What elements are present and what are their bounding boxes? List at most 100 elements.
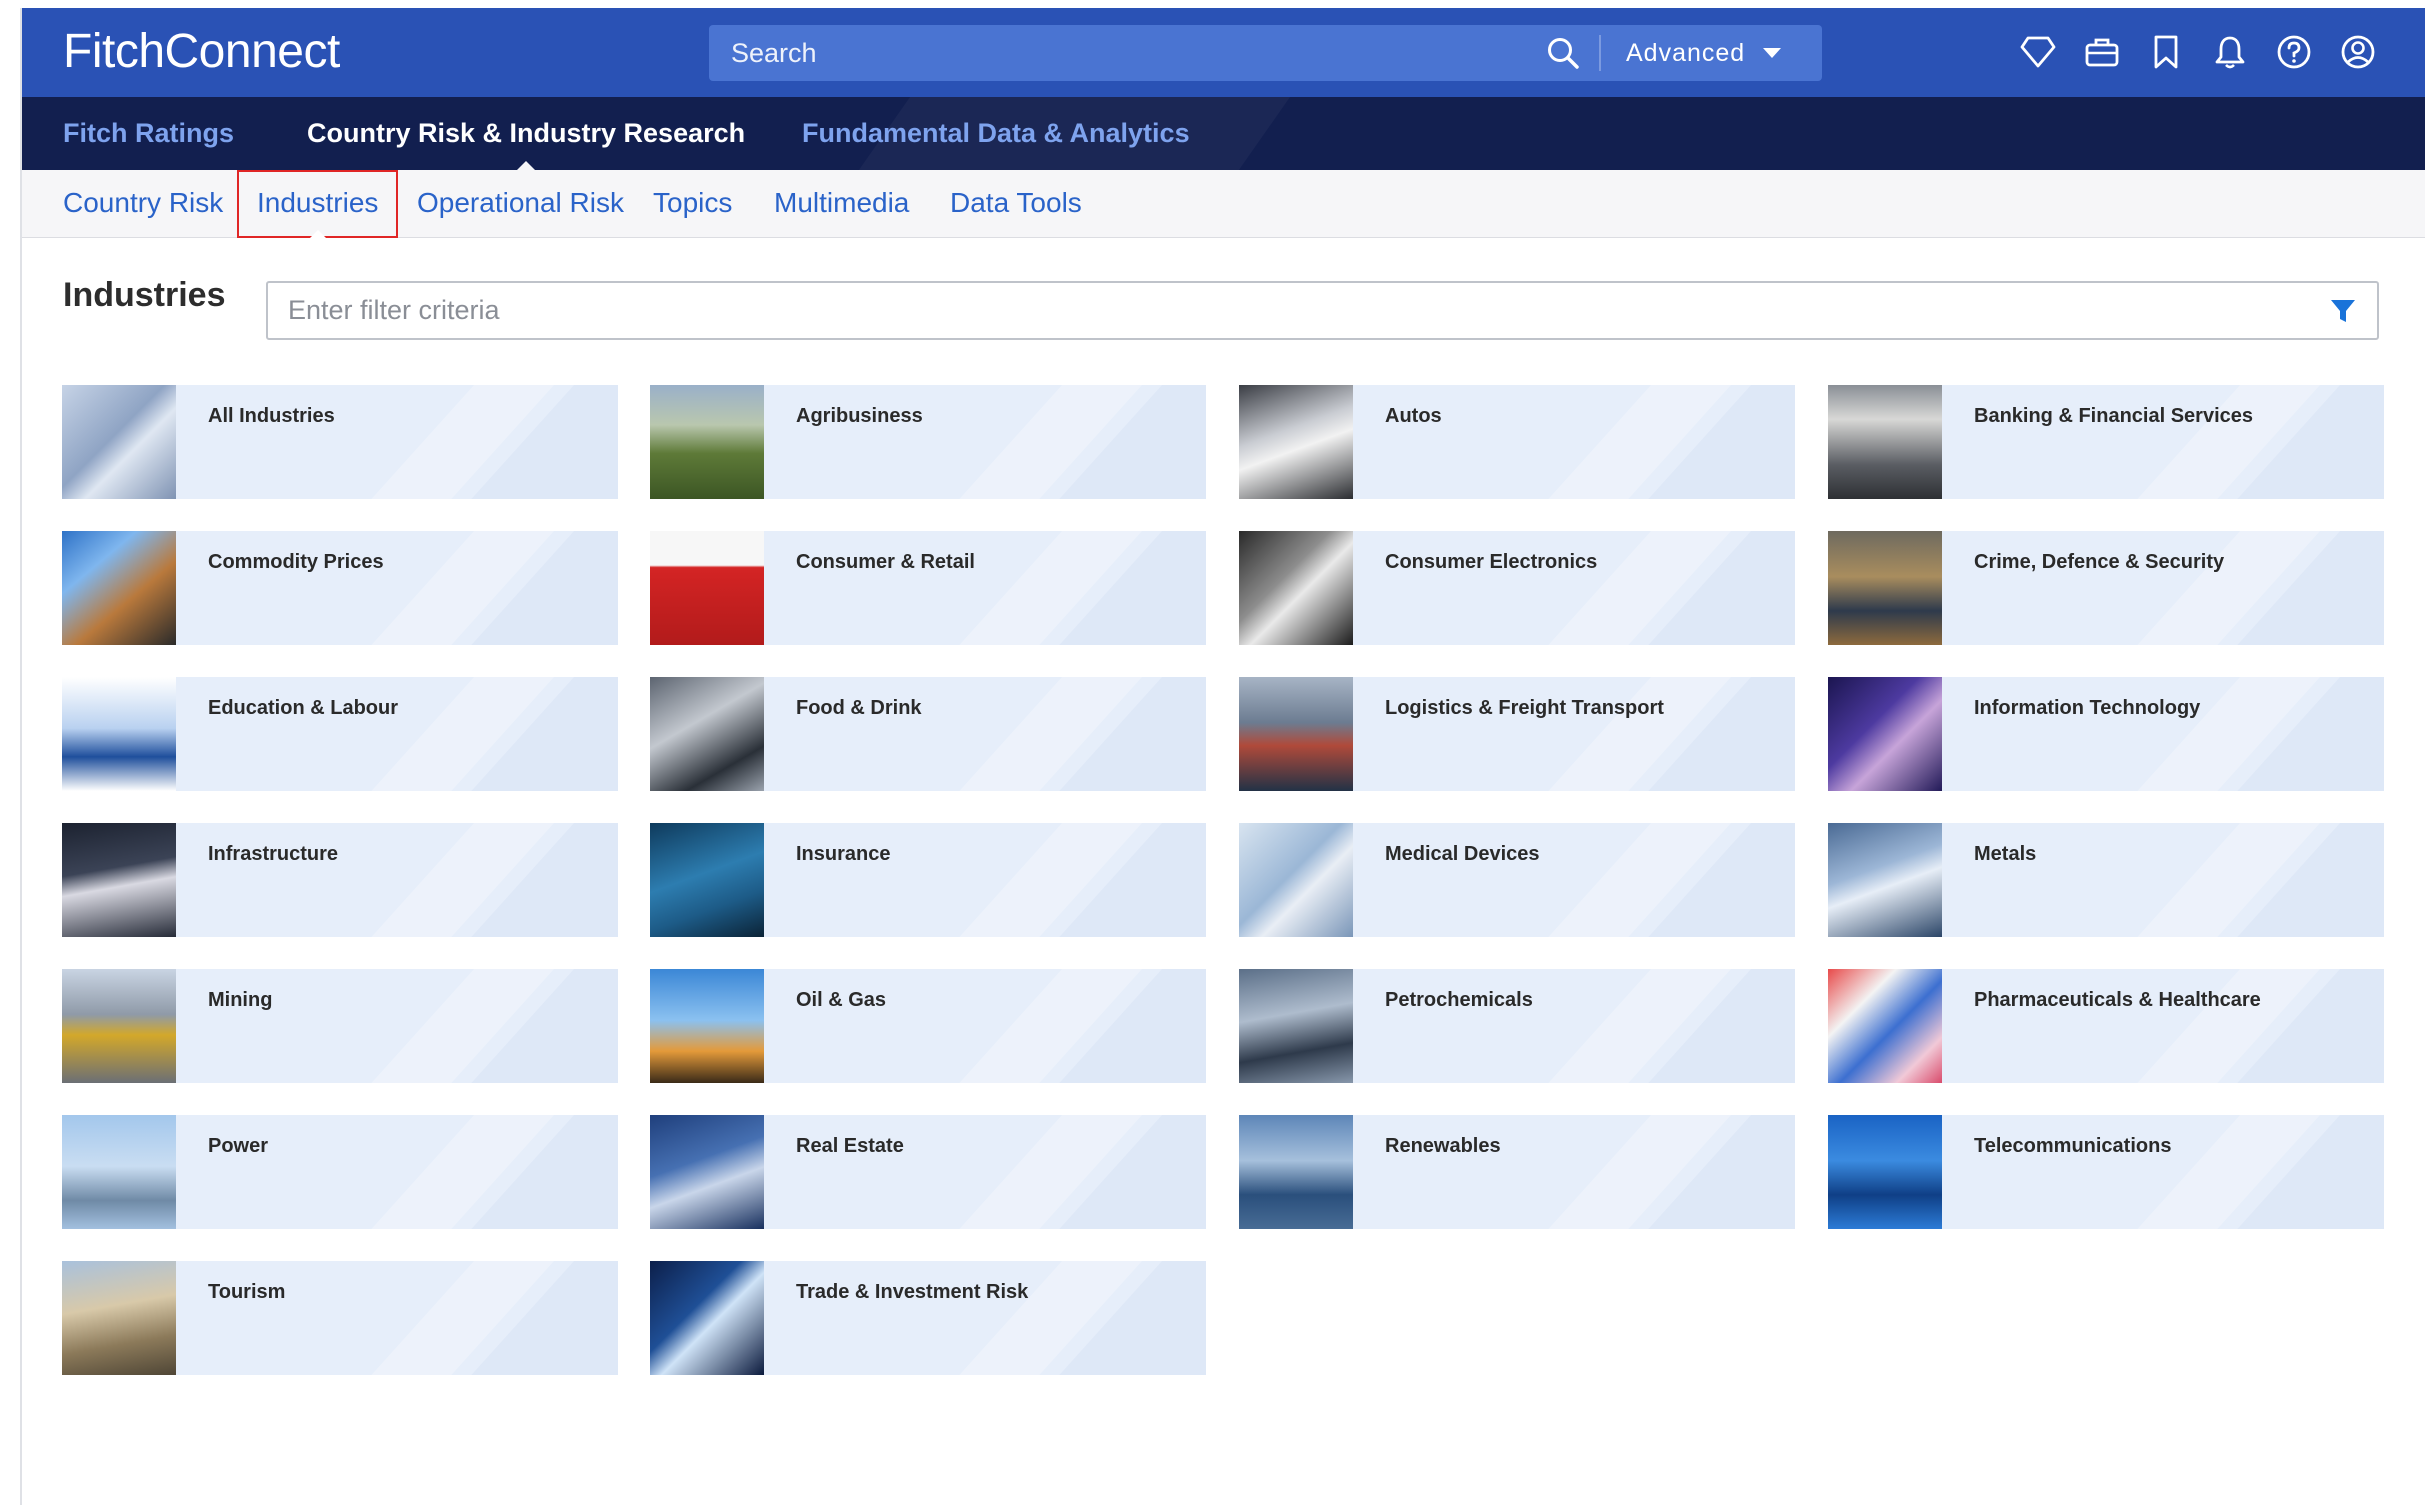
active-tab-indicator [517,161,536,170]
industry-tile-food-and-drink[interactable]: Food & Drink [650,677,1206,791]
industry-thumbnail [1828,531,1942,645]
fitchconnect-logo[interactable]: FitchConnect [63,22,340,82]
industry-tile-label: Information Technology [1974,697,2201,719]
subtab-data-tools[interactable]: Data Tools [950,170,1082,238]
industry-thumbnail [1828,677,1942,791]
tab-label: Country Risk & Industry Research [307,118,746,148]
industry-tile-trade-and-investment-risk[interactable]: Trade & Investment Risk [650,1261,1206,1375]
industry-tile-crime-defence-and-security[interactable]: Crime, Defence & Security [1828,531,2384,645]
filter-input[interactable] [268,283,2308,338]
industry-tile-infrastructure[interactable]: Infrastructure [62,823,618,937]
filter-box [266,281,2379,340]
industry-thumbnail [62,823,176,937]
industry-tile-label: Power [208,1135,269,1157]
subtab-country-risk[interactable]: Country Risk [63,170,223,238]
industry-tile-label: Metals [1974,843,2037,865]
tab-fitch-ratings[interactable]: Fitch Ratings [63,97,234,170]
industry-tile-label: Medical Devices [1385,843,1540,865]
industry-tile-pharmaceuticals-and-healthcare[interactable]: Pharmaceuticals & Healthcare [1828,969,2384,1083]
industry-tile-agribusiness[interactable]: Agribusiness [650,385,1206,499]
selected-subtab-indicator [309,230,326,238]
advanced-label: Advanced [1626,38,1746,67]
industry-thumbnail [650,531,764,645]
industry-thumbnail [1828,385,1942,499]
industry-thumbnail [1239,531,1353,645]
industry-tile-label: Agribusiness [796,405,923,427]
help-icon[interactable] [2273,31,2315,73]
industry-thumbnail [62,1115,176,1229]
industry-thumbnail [650,969,764,1083]
subtab-industries[interactable]: Industries [237,170,399,238]
industry-tile-label: Consumer Electronics [1385,551,1598,573]
app-frame: FitchConnect Advanced [20,8,2425,1505]
industry-tile-label: Crime, Defence & Security [1974,551,2225,573]
filter-icon[interactable] [2329,297,2357,325]
industry-thumbnail [650,385,764,499]
industry-thumbnail [62,677,176,791]
industry-tile-information-technology[interactable]: Information Technology [1828,677,2384,791]
tab-fundamental-data-analytics[interactable]: Fundamental Data & Analytics [802,97,1190,170]
industry-thumbnail [650,823,764,937]
industry-tile-tourism[interactable]: Tourism [62,1261,618,1375]
industry-tile-education-and-labour[interactable]: Education & Labour [62,677,618,791]
primary-nav: Fitch Ratings Country Risk & Industry Re… [22,97,2425,170]
account-icon[interactable] [2337,31,2379,73]
industry-tile-autos[interactable]: Autos [1239,385,1795,499]
industry-tile-banking-and-financial-services[interactable]: Banking & Financial Services [1828,385,2384,499]
industry-tile-oil-and-gas[interactable]: Oil & Gas [650,969,1206,1083]
bell-icon[interactable] [2209,31,2251,73]
industry-thumbnail [1239,969,1353,1083]
industry-tile-telecommunications[interactable]: Telecommunications [1828,1115,2384,1229]
top-header: FitchConnect Advanced [22,8,2425,97]
search-icon[interactable] [1542,33,1584,73]
subtab-label: Industries [257,187,379,218]
subtab-operational-risk[interactable]: Operational Risk [417,170,624,238]
industry-tile-all-industries[interactable]: All Industries [62,385,618,499]
industry-tile-label: Pharmaceuticals & Healthcare [1974,989,2261,1011]
page-title: Industries [63,276,226,314]
industry-tile-label: Insurance [796,843,891,865]
industry-tile-real-estate[interactable]: Real Estate [650,1115,1206,1229]
industry-tile-consumer-and-retail[interactable]: Consumer & Retail [650,531,1206,645]
logo-connect: Connect [164,25,341,78]
logo-fitch: Fitch [63,25,165,78]
industry-tile-label: Banking & Financial Services [1974,405,2253,427]
industry-tile-label: Consumer & Retail [796,551,975,573]
industry-tile-medical-devices[interactable]: Medical Devices [1239,823,1795,937]
tab-country-risk-industry-research[interactable]: Country Risk & Industry Research [307,97,745,170]
industry-tile-label: Logistics & Freight Transport [1385,697,1664,719]
advanced-search-dropdown[interactable]: Advanced [1614,25,1814,81]
industry-tile-petrochemicals[interactable]: Petrochemicals [1239,969,1795,1083]
industry-tile-label: All Industries [208,405,335,427]
subtab-topics[interactable]: Topics [653,170,732,238]
industry-tile-metals[interactable]: Metals [1828,823,2384,937]
industry-thumbnail [1239,1115,1353,1229]
industry-tile-consumer-electronics[interactable]: Consumer Electronics [1239,531,1795,645]
search-input[interactable] [709,25,1539,81]
industry-tile-label: Mining [208,989,273,1011]
industry-tile-mining[interactable]: Mining [62,969,618,1083]
industry-thumbnail [1239,677,1353,791]
search-divider [1599,35,1601,71]
industry-tile-commodity-prices[interactable]: Commodity Prices [62,531,618,645]
industry-tile-label: Autos [1385,405,1442,427]
industry-tile-label: Renewables [1385,1135,1501,1157]
briefcase-icon[interactable] [2081,31,2123,73]
industry-thumbnail [1239,823,1353,937]
bookmark-icon[interactable] [2145,31,2187,73]
chevron-down-icon [1763,48,1782,58]
diamond-icon[interactable] [2017,31,2059,73]
industry-tile-insurance[interactable]: Insurance [650,823,1206,937]
header-icon-group [2017,22,2379,82]
industry-thumbnail [650,1261,764,1375]
industry-tile-logistics-and-freight-transport[interactable]: Logistics & Freight Transport [1239,677,1795,791]
industry-tile-renewables[interactable]: Renewables [1239,1115,1795,1229]
industry-tile-label: Food & Drink [796,697,922,719]
industry-thumbnail [62,969,176,1083]
industry-thumbnail [650,1115,764,1229]
industry-tile-label: Telecommunications [1974,1135,2172,1157]
industry-tile-power[interactable]: Power [62,1115,618,1229]
industry-tile-label: Commodity Prices [208,551,384,573]
subtab-multimedia[interactable]: Multimedia [774,170,909,238]
industry-tile-label: Petrochemicals [1385,989,1533,1011]
